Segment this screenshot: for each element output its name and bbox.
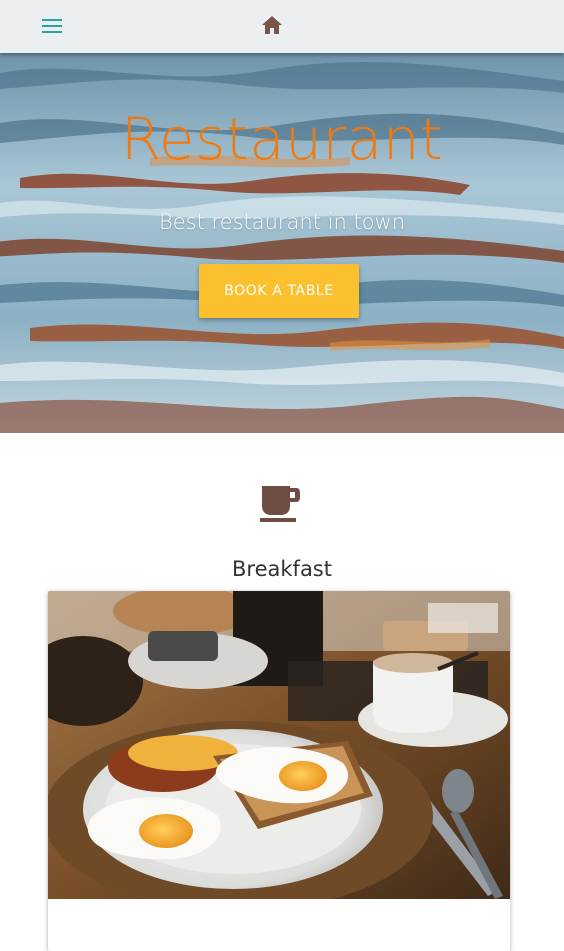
book-a-table-button[interactable]: BOOK A TABLE bbox=[199, 264, 359, 318]
hero-title: Restaurant bbox=[120, 105, 444, 173]
top-app-bar bbox=[0, 0, 564, 53]
breakfast-card bbox=[48, 591, 510, 951]
section-title-breakfast: Breakfast bbox=[232, 557, 332, 581]
home-icon[interactable] bbox=[257, 11, 287, 39]
hero-banner: Restaurant Best restaurant in town BOOK … bbox=[0, 53, 564, 433]
coffee-cup-icon bbox=[259, 484, 303, 524]
breakfast-photo bbox=[48, 591, 510, 899]
hamburger-menu-icon[interactable] bbox=[36, 12, 68, 40]
hero-subtitle: Best restaurant in town bbox=[158, 210, 406, 234]
